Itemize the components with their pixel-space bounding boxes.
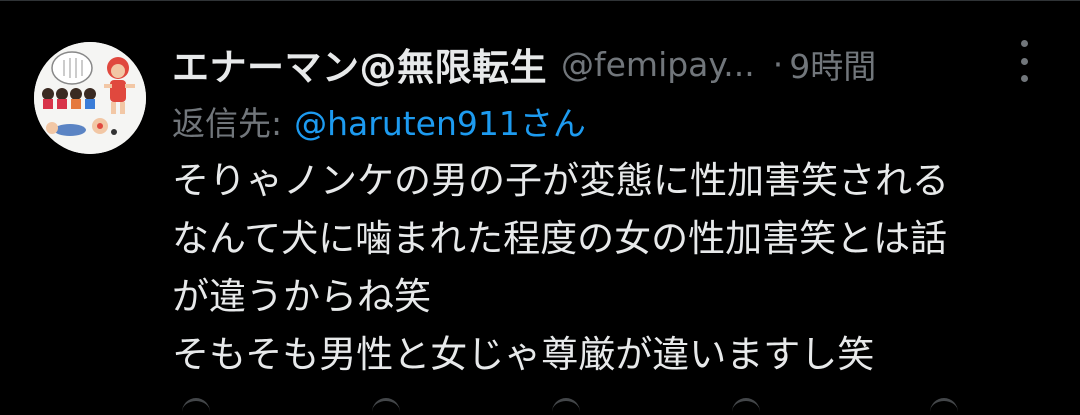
separator-dot: · <box>772 44 784 84</box>
display-name[interactable]: エナーマン@無限転生 <box>172 37 547 91</box>
more-dot <box>1020 57 1028 65</box>
reply-prefix: 返信先: <box>172 104 283 143</box>
tweet-text-line: そりゃノンケの男の子が変態に性加害笑される <box>172 159 949 202</box>
timestamp[interactable]: 9時間 <box>789 40 876 88</box>
avatar[interactable] <box>34 42 146 154</box>
more-dot <box>1020 40 1028 47</box>
reply-to-link[interactable]: @haruten911さん <box>294 97 586 145</box>
tweet-text-line: が違うからね笑 <box>172 275 431 318</box>
tweet-text: そりゃノンケの男の子が変態に性加害笑される なんて犬に噛まれた程度の女の性加害笑… <box>172 152 1042 384</box>
top-divider <box>0 0 1080 1</box>
tweet-header: エナーマン@無限転生 @femipay... · 9時間 <box>172 36 1042 92</box>
tweet-body: エナーマン@無限転生 @femipay... · 9時間 返信先: @harut… <box>172 36 1042 384</box>
user-handle[interactable]: @femipay... <box>561 45 755 84</box>
tweet-text-line: なんて犬に噛まれた程度の女の性加害笑とは話 <box>172 217 948 260</box>
avatar-illustration <box>34 42 146 154</box>
more-dot <box>1020 75 1028 82</box>
more-options-icon[interactable] <box>1012 40 1036 82</box>
tweet-text-line: そもそも男性と女じゃ尊厳が違いますし笑 <box>172 333 875 376</box>
reply-context: 返信先: @haruten911さん <box>172 96 1042 146</box>
